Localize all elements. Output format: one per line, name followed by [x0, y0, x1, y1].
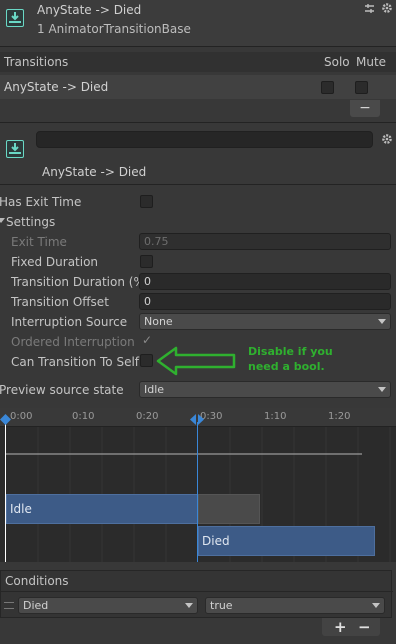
chevron-down-icon [378, 387, 386, 392]
conditions-panel: Conditions Died true [0, 570, 393, 618]
header-subtitle: 1 AnimatorTransitionBase [37, 22, 191, 36]
timeline-bar-idle[interactable]: Idle [6, 494, 198, 524]
timeline-start-marker-icon[interactable] [0, 414, 11, 425]
condition-value-value: true [210, 599, 233, 612]
conditions-header-divider [1, 591, 393, 592]
preview-source-state-label: Preview source state [0, 383, 124, 397]
interruption-source-value: None [144, 315, 173, 328]
divider [0, 46, 396, 47]
can-transition-to-self-checkbox[interactable] [140, 354, 153, 367]
transitions-panel: Transitions Solo Mute AnyState -> Died [0, 52, 396, 100]
fixed-duration-checkbox[interactable] [140, 255, 153, 268]
remove-transition-button[interactable]: − [350, 100, 380, 117]
has-exit-time-label: Has Exit Time [0, 195, 82, 209]
chevron-down-icon [372, 603, 380, 608]
preset-icon[interactable] [364, 3, 375, 14]
inspector-title: AnyState -> Died [42, 165, 147, 179]
annotation-arrow-icon [156, 345, 238, 377]
interruption-source-dropdown[interactable]: None [139, 313, 391, 330]
preview-source-state-dropdown[interactable]: Idle [139, 381, 391, 398]
header-title: AnyState -> Died [37, 3, 142, 17]
transitions-heading: Transitions [4, 55, 69, 69]
timeline-tick-label: 0:10 [72, 411, 95, 422]
drag-handle-icon[interactable] [4, 602, 14, 609]
timeline-tick-label: 0:20 [136, 411, 159, 422]
exit-time-field: 0.75 [139, 233, 391, 250]
timeline-bar-died[interactable]: Died [198, 526, 375, 556]
solo-column-label: Solo [324, 55, 350, 69]
annotation-text-line2: need a bool. [248, 360, 325, 373]
transition-name-field[interactable] [36, 131, 373, 148]
settings-label[interactable]: Settings [6, 215, 55, 229]
condition-value-dropdown[interactable]: true [205, 597, 385, 614]
transition-row[interactable]: AnyState -> Died [0, 75, 396, 99]
inspector-gear-icon[interactable] [381, 133, 393, 145]
conditions-footer: + − [322, 618, 380, 636]
timeline-transition-marker-icon[interactable] [188, 414, 206, 425]
remove-condition-button[interactable]: − [358, 618, 371, 636]
timeline-bar-died-label: Died [202, 534, 230, 548]
transition-offset-label: Transition Offset [11, 295, 109, 309]
transition-icon [6, 9, 24, 27]
chevron-down-icon [185, 603, 193, 608]
settings-foldout-arrow-icon[interactable] [0, 218, 5, 223]
solo-checkbox[interactable] [321, 81, 334, 94]
has-exit-time-checkbox[interactable] [140, 195, 153, 208]
interruption-source-label: Interruption Source [11, 315, 128, 329]
exit-time-label: Exit Time [11, 235, 67, 249]
header: AnyState -> Died 1 AnimatorTransitionBas… [0, 0, 396, 46]
timeline-tick-label: 1:10 [264, 411, 287, 422]
chevron-down-icon [378, 319, 386, 324]
timeline-tick-label: 0:00 [10, 411, 33, 422]
transition-timeline[interactable]: 0:00 0:10 0:20 0:30 1:10 1:20 Idle Died [0, 408, 396, 562]
add-condition-button[interactable]: + [334, 618, 347, 636]
timeline-tick-label: 1:20 [328, 411, 351, 422]
ordered-interruption-checkmark-icon: ✓ [142, 333, 153, 347]
transition-icon [6, 140, 24, 158]
transition-offset-field[interactable]: 0 [139, 293, 391, 310]
conditions-heading: Conditions [5, 574, 69, 588]
timeline-bar-idle-tail [198, 494, 260, 524]
mute-checkbox[interactable] [355, 81, 368, 94]
transition-duration-label: Transition Duration (%) [11, 275, 150, 289]
ordered-interruption-label: Ordered Interruption [11, 335, 135, 349]
mute-column-label: Mute [356, 55, 387, 69]
timeline-bar-idle-label: Idle [10, 502, 32, 516]
settings-gear-icon[interactable] [381, 2, 393, 14]
transition-duration-field[interactable]: 0 [139, 273, 391, 290]
preview-source-state-value: Idle [144, 383, 165, 396]
annotation-text-line1: Disable if you [248, 345, 333, 358]
transition-row-label: AnyState -> Died [4, 80, 109, 94]
divider [0, 122, 396, 123]
timeline-start-line [5, 422, 6, 562]
remove-transition-label: − [359, 100, 371, 116]
fixed-duration-label: Fixed Duration [11, 255, 99, 269]
divider [0, 184, 396, 185]
transitions-header: Transitions Solo Mute [0, 52, 396, 72]
condition-row[interactable]: Died true [1, 593, 393, 617]
can-transition-to-self-label: Can Transition To Self [11, 355, 140, 369]
condition-parameter-dropdown[interactable]: Died [18, 597, 198, 614]
condition-parameter-value: Died [23, 599, 49, 612]
timeline-transition-line [197, 422, 198, 562]
